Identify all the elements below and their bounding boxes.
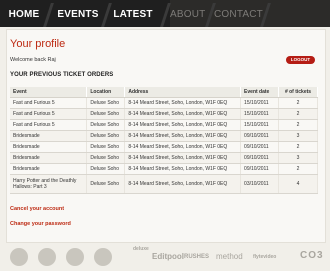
cell-event: Bridesmade <box>10 163 88 175</box>
cell-location: Deluxe Soho <box>86 174 126 194</box>
table-row: Fast and Furious 5 Deluxe Soho 8-14 Mear… <box>10 108 318 120</box>
orders-table: Event Location Address Event date # of t… <box>10 87 318 194</box>
cell-event: Bridesmade <box>10 130 88 142</box>
table-row: Bridesmade Deluxe Soho 8-14 Meard Street… <box>10 141 318 153</box>
cell-address: 8-14 Meard Street, Soho, London, W1F 0EQ <box>124 108 242 120</box>
footer-logo-flytevideo: flytevideo <box>253 254 277 260</box>
table-row: Bridesmade Deluxe Soho 8-14 Meard Street… <box>10 130 318 142</box>
cell-location: Deluxe Soho <box>86 141 126 153</box>
tab-contact-us[interactable]: CONTACT US <box>214 0 263 49</box>
cell-location: Deluxe Soho <box>86 163 126 175</box>
cancel-account-link[interactable]: Cancel your account <box>10 206 64 212</box>
cell-event: Bridesmade <box>10 152 88 164</box>
cell-location: Deluxe Soho <box>86 119 126 131</box>
cell-address: 8-14 Meard Street, Soho, London, W1F 0EQ <box>124 152 242 164</box>
column-header-event: Event <box>10 87 88 98</box>
column-header-event-date: Event date <box>240 87 280 98</box>
table-row: Fast and Furious 5 Deluxe Soho 8-14 Mear… <box>10 119 318 131</box>
partner-badge-icon <box>10 248 28 266</box>
partner-badge-icon <box>94 248 112 266</box>
cell-tickets: 2 <box>278 97 318 109</box>
tab-latest[interactable]: LATEST <box>113 0 153 27</box>
orders-section-title: YOUR PREVIOUS TICKET ORDERS <box>10 72 114 78</box>
nav-separator <box>101 3 111 27</box>
cell-address: 8-14 Meard Street, Soho, London, W1F 0EQ <box>124 130 242 142</box>
table-row: Bridesmade Deluxe Soho 8-14 Meard Street… <box>10 152 318 164</box>
cell-address: 8-14 Meard Street, Soho, London, W1F 0EQ <box>124 119 242 131</box>
cell-tickets: 3 <box>278 130 318 142</box>
footer-logo-editpool: Editpool <box>152 252 184 261</box>
logout-button[interactable]: LOGOUT <box>286 56 315 64</box>
welcome-message: Welcome back Raj <box>10 57 56 63</box>
partner-badge-icon <box>66 248 84 266</box>
cell-event-date: 09/10/2011 <box>240 152 280 164</box>
change-password-link[interactable]: Change your password <box>10 221 71 227</box>
cell-event: Fast and Furious 5 <box>10 97 88 109</box>
cell-location: Deluxe Soho <box>86 152 126 164</box>
cell-tickets: 4 <box>278 174 318 194</box>
nav-separator <box>260 3 270 27</box>
footer-partners: deluxe Editpool RUSHES method flytevideo… <box>0 241 330 271</box>
cell-tickets: 2 <box>278 119 318 131</box>
cell-address: 8-14 Meard Street, Soho, London, W1F 0EQ <box>124 163 242 175</box>
column-header-tickets: # of tickets <box>278 87 318 98</box>
tab-events[interactable]: EVENTS <box>56 0 100 27</box>
tab-about[interactable]: ABOUT <box>170 0 205 27</box>
top-navigation: HOME EVENTS LATEST ABOUT CONTACT US <box>0 0 330 49</box>
cell-address: 8-14 Meard Street, Soho, London, W1F 0EQ <box>124 97 242 109</box>
cell-event-date: 09/10/2011 <box>240 130 280 142</box>
cell-address: 8-14 Meard Street, Soho, London, W1F 0EQ <box>124 174 242 194</box>
table-row: Harry Potter and the Deathly Hallows: Pa… <box>10 174 318 194</box>
table-header-row: Event Location Address Event date # of t… <box>10 87 318 98</box>
tab-home[interactable]: HOME <box>6 0 42 27</box>
cell-tickets: 2 <box>278 108 318 120</box>
cell-event-date: 03/10/2011 <box>240 174 280 194</box>
nav-separator <box>160 3 170 27</box>
page-title: Your profile <box>10 38 66 50</box>
cell-location: Deluxe Soho <box>86 130 126 142</box>
cell-location: Deluxe Soho <box>86 97 126 109</box>
cell-event: Fast and Furious 5 <box>10 108 88 120</box>
footer-logo-co3: CO3 <box>300 250 324 261</box>
partner-badge-icon <box>38 248 56 266</box>
cell-location: Deluxe Soho <box>86 108 126 120</box>
cell-tickets: 3 <box>278 152 318 164</box>
cell-event-date: 15/10/2011 <box>240 119 280 131</box>
cell-event: Bridesmade <box>10 141 88 153</box>
cell-event: Fast and Furious 5 <box>10 119 88 131</box>
cell-address: 8-14 Meard Street, Soho, London, W1F 0EQ <box>124 141 242 153</box>
cell-tickets: 2 <box>278 141 318 153</box>
footer-logo-rushes: RUSHES <box>184 254 210 260</box>
cell-tickets: 2 <box>278 163 318 175</box>
cell-event: Harry Potter and the Deathly Hallows: Pa… <box>10 174 88 194</box>
cell-event-date: 15/10/2011 <box>240 97 280 109</box>
cell-event-date: 09/10/2011 <box>240 141 280 153</box>
column-header-address: Address <box>124 87 242 98</box>
table-row: Bridesmade Deluxe Soho 8-14 Meard Street… <box>10 163 318 175</box>
footer-logo-method: method <box>216 252 243 261</box>
table-row: Fast and Furious 5 Deluxe Soho 8-14 Mear… <box>10 97 318 109</box>
nav-separator <box>43 3 53 27</box>
cell-event-date: 15/10/2011 <box>240 108 280 120</box>
column-header-location: Location <box>86 87 126 98</box>
cell-event-date: 09/10/2011 <box>240 163 280 175</box>
footer-logo-deluxe: deluxe <box>133 246 149 252</box>
